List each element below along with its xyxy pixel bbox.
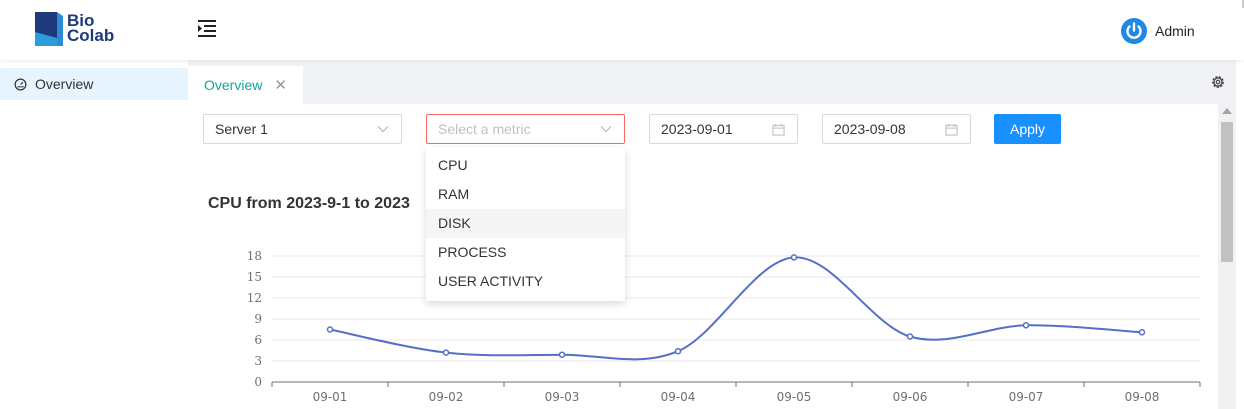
metric-select[interactable]: Select a metric	[426, 114, 625, 144]
cpu-line-chart: 0 3 6 9 12 15 18 09-01 09-02 09-03 09-04 09-05 09-06…	[247, 249, 1201, 404]
data-point	[906, 333, 914, 340]
x-tick-label: 09-08	[1125, 390, 1160, 404]
gear-icon[interactable]	[1210, 74, 1226, 95]
biocolab-logo[interactable]: Bio Colab	[35, 12, 145, 48]
chart-title: CPU from 2023-9-1 to 2023	[208, 195, 410, 212]
x-tick-label: 09-01	[313, 390, 348, 404]
tab-overview[interactable]: Overview ✕	[188, 66, 303, 104]
metric-option-disk[interactable]: DISK	[426, 209, 625, 238]
x-tick-label: 09-06	[893, 390, 928, 404]
logo-text: Bio Colab	[67, 12, 115, 45]
metric-select-placeholder: Select a metric	[438, 121, 531, 137]
y-tick-label: 12	[247, 291, 262, 305]
data-point	[790, 254, 798, 261]
x-tick-label: 09-05	[777, 390, 812, 404]
data-point	[326, 326, 334, 333]
metric-option-user-activity[interactable]: USER ACTIVITY	[426, 267, 625, 296]
main-content: Server 1 Select a metric 2023-09-01 2023…	[188, 104, 1218, 409]
calendar-icon	[772, 123, 785, 136]
logo-mark-icon	[35, 12, 63, 46]
start-date-value: 2023-09-01	[661, 121, 733, 137]
data-point	[1138, 329, 1146, 336]
server-select[interactable]: Server 1	[203, 114, 402, 144]
chevron-down-icon	[600, 125, 612, 133]
page-edge	[1236, 60, 1244, 409]
x-tick-label: 09-03	[545, 390, 580, 404]
y-tick-label: 15	[247, 270, 262, 284]
content-scrollbar[interactable]	[1218, 104, 1236, 409]
calendar-icon	[945, 123, 958, 136]
logo-line-2: Colab	[67, 26, 115, 45]
start-date-picker[interactable]: 2023-09-01	[649, 114, 798, 144]
data-point	[442, 349, 450, 356]
metric-dropdown: CPU RAM DISK PROCESS USER ACTIVITY	[426, 147, 625, 301]
metric-option-process[interactable]: PROCESS	[426, 238, 625, 267]
tab-label: Overview	[204, 77, 263, 93]
data-point	[1022, 322, 1030, 329]
end-date-value: 2023-09-08	[834, 121, 906, 137]
metric-option-cpu[interactable]: CPU	[426, 151, 625, 180]
sidebar: Overview	[0, 60, 189, 409]
dashboard-icon	[14, 78, 27, 91]
data-point	[558, 351, 566, 358]
x-tick-label: 09-04	[661, 390, 696, 404]
apply-button[interactable]: Apply	[994, 114, 1061, 144]
metric-option-ram[interactable]: RAM	[426, 180, 625, 209]
power-icon	[1121, 18, 1147, 44]
sidebar-item-overview[interactable]: Overview	[0, 68, 188, 100]
y-tick-label: 3	[254, 354, 262, 368]
user-name: Admin	[1155, 23, 1195, 39]
menu-fold-icon[interactable]	[196, 18, 218, 38]
end-date-picker[interactable]: 2023-09-08	[822, 114, 971, 144]
y-tick-label: 6	[254, 333, 262, 347]
y-tick-label: 18	[247, 249, 262, 263]
user-menu[interactable]: Admin	[1120, 16, 1195, 46]
chevron-down-icon	[377, 125, 389, 133]
data-point	[674, 347, 682, 355]
close-icon[interactable]: ✕	[274, 76, 287, 94]
x-tick-label: 09-07	[1009, 390, 1044, 404]
y-tick-label: 0	[254, 375, 262, 389]
top-header: Bio Colab Admin	[0, 0, 1244, 60]
scroll-thumb[interactable]	[1221, 122, 1233, 262]
tab-bar: Overview ✕	[188, 60, 1244, 104]
sidebar-item-label: Overview	[35, 76, 94, 92]
y-tick-label: 9	[254, 312, 262, 326]
x-tick-label: 09-02	[429, 390, 464, 404]
scroll-up-arrow-icon[interactable]	[1222, 108, 1232, 114]
server-select-value: Server 1	[215, 121, 268, 137]
